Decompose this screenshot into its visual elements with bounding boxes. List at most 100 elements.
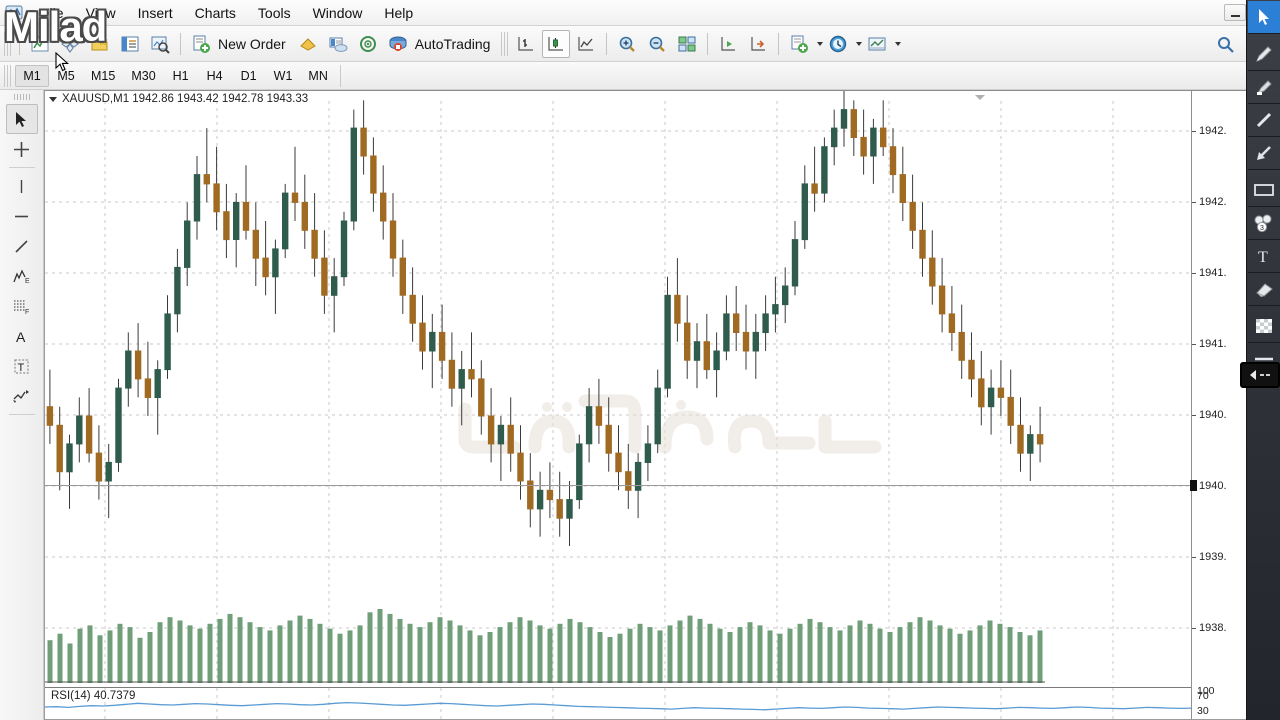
tile-windows-icon[interactable] [673,30,701,58]
chart-window[interactable]: 1942. 1942. 1941. 1941. 1940. 1940. 1939… [44,90,1248,720]
trendline-tool[interactable] [6,231,38,261]
price-tick: 1940. [1192,480,1227,492]
pencil-icon[interactable] [1247,38,1280,71]
annotation-toolbar: 3 T [1246,0,1280,720]
svg-text:F: F [25,309,29,315]
timeframe-w1[interactable]: W1 [266,65,301,87]
arrow-icon[interactable] [1247,137,1280,170]
volume-series [45,609,1045,683]
cursor-tool[interactable] [5,104,38,134]
new-chart-icon[interactable] [26,30,54,58]
menu-item-file[interactable]: File [30,2,75,24]
drawing-tools-panel: E F A T [0,90,44,720]
timeframe-d1[interactable]: D1 [232,65,266,87]
toolbar-grip-2[interactable] [501,31,509,56]
toolbar-separator [180,32,181,55]
eraser-icon[interactable] [1247,273,1280,306]
number-stamp-icon[interactable]: 3 [1247,207,1280,240]
templates-dropdown-icon[interactable] [895,41,902,46]
rsi-series [45,688,1194,719]
rsi-axis: 100 70 30 [1191,685,1247,719]
shapes-tool[interactable] [6,381,38,411]
chart-symbol-label: XAUUSD,M1 1942.86 1943.42 1942.78 1943.3… [62,93,309,105]
annotation-collapse-handle[interactable] [1240,362,1280,388]
price-axis[interactable]: 1942. 1942. 1941. 1941. 1940. 1940. 1939… [1191,91,1247,687]
text-tool[interactable]: A [6,321,38,351]
templates-icon[interactable] [863,30,891,58]
price-tick: 1941. [1192,338,1227,350]
periods-icon[interactable] [824,30,852,58]
toolbar-separator [606,32,608,55]
rsi-label: RSI(14) 40.7379 [51,690,136,702]
vertical-line-tool[interactable] [6,171,38,201]
menu-item-window[interactable]: Window [302,2,374,24]
zoom-out-icon[interactable] [643,30,671,58]
zoom-in-icon[interactable] [613,30,641,58]
svg-text:T: T [18,362,25,374]
fibonacci-tool[interactable]: F [6,291,38,321]
line-chart-icon[interactable] [572,30,600,58]
autotrading-icon[interactable] [384,30,412,58]
horizontal-line-tool[interactable] [6,201,38,231]
timeframe-h1[interactable]: H1 [164,65,198,87]
menu-item-charts[interactable]: Charts [184,2,247,24]
svg-text:3: 3 [1260,225,1264,232]
text-icon[interactable]: T [1247,240,1280,273]
line-icon[interactable] [1247,104,1280,137]
drawing-tools-grip[interactable] [13,94,30,100]
toolbar-separator [19,32,20,55]
timeframe-bar: M1 M5 M15 M30 H1 H4 D1 W1 MN [0,62,1280,90]
bar-chart-icon[interactable] [512,30,540,58]
chart-menu-caret-icon[interactable] [49,96,57,102]
checker-icon[interactable] [1247,310,1280,343]
strategy-tester-icon[interactable] [354,30,382,58]
timeframe-m30[interactable]: M30 [123,65,163,87]
market-watch-icon[interactable] [86,30,114,58]
new-order-button[interactable]: New Order [216,30,293,58]
terminal-icon[interactable] [324,30,352,58]
indicators-icon[interactable] [785,30,813,58]
chart-shift-icon[interactable] [714,30,742,58]
timeframe-grip[interactable] [4,64,11,87]
chart-collapse-icon[interactable] [975,95,985,100]
indicators-dropdown-icon[interactable] [817,41,824,46]
auto-scroll-icon[interactable] [744,30,772,58]
timeframe-h4[interactable]: H4 [198,65,232,87]
tools-divider [8,167,35,168]
menu-bar: File View Insert Charts Tools Window Hel… [0,0,1280,26]
candlestick-series [46,91,1044,546]
menu-item-insert[interactable]: Insert [127,2,184,24]
candlestick-chart-icon[interactable] [542,29,571,58]
elliott-wave-tool[interactable]: E [6,261,38,291]
timeframe-m1[interactable]: M1 [15,64,49,87]
rsi-indicator-pane[interactable]: RSI(14) 40.7379 [45,687,1247,719]
toolbar-grip[interactable] [4,31,11,56]
rectangle-icon[interactable] [1247,174,1280,207]
app-logo-icon [5,5,23,20]
menu-item-tools[interactable]: Tools [247,2,302,24]
data-window-icon[interactable] [116,30,144,58]
search-icon[interactable] [1216,35,1236,55]
menu-item-view[interactable]: View [75,2,127,24]
minimize-button[interactable] [1224,4,1246,21]
new-order-icon[interactable] [187,30,215,58]
crosshair-tool[interactable] [6,134,38,164]
one-click-trading-icon[interactable] [294,30,322,58]
toolbar-separator [707,32,709,55]
timeframe-mn[interactable]: MN [300,65,335,87]
svg-text:E: E [25,278,30,285]
price-tick: 1939. [1192,551,1227,563]
mouse-cursor-icon [55,52,70,72]
autotrading-button[interactable]: AutoTrading [413,30,498,58]
current-price-marker [1190,480,1197,491]
price-tick: 1938. [1192,622,1227,634]
select-cursor-icon[interactable] [1247,1,1280,34]
periods-dropdown-icon[interactable] [856,41,863,46]
text-label-tool[interactable]: T [6,351,38,381]
timeframe-end-divider [339,64,341,87]
timeframe-m15[interactable]: M15 [83,65,123,87]
toolbar-separator [778,32,780,55]
highlighter-icon[interactable] [1247,71,1280,104]
menu-item-help[interactable]: Help [373,2,424,24]
navigator-icon[interactable] [146,30,174,58]
